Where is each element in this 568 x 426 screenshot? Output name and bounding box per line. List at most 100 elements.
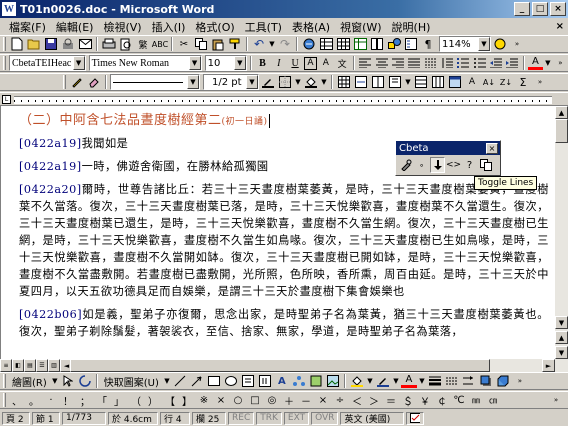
next-page-button[interactable]: ▼ (555, 346, 568, 359)
show-hide-icon[interactable]: ¶ (420, 36, 436, 52)
spelling-status-icon[interactable] (406, 411, 425, 425)
symbol-yen-button[interactable]: ￥ (417, 392, 433, 408)
char-border-icon[interactable]: A (318, 55, 333, 71)
merge-cells-icon[interactable] (353, 74, 369, 90)
autosum-icon[interactable]: Σ (515, 74, 531, 90)
chevron-down-icon[interactable]: ▼ (233, 56, 246, 70)
autoshapes-dropdown-icon[interactable]: ▼ (163, 373, 171, 389)
status-rec[interactable]: REC (228, 411, 255, 425)
vertical-scrollbar[interactable]: ▲ ▼ ▲ ▼ (555, 106, 568, 359)
menu-edit[interactable]: 編輯(E) (51, 19, 99, 35)
symbol-circle-button[interactable]: ○ (230, 392, 246, 408)
symbol-star-button[interactable]: ※ (196, 392, 212, 408)
align-dropdown-icon[interactable]: ▼ (404, 74, 412, 90)
email-icon[interactable] (77, 36, 93, 52)
menu-table[interactable]: 表格(A) (287, 19, 335, 35)
shadow-style-icon[interactable] (478, 373, 494, 389)
help-icon[interactable] (492, 36, 508, 52)
toolbar-grip[interactable] (3, 56, 6, 70)
split-cells-icon[interactable] (370, 74, 386, 90)
research-icon[interactable]: 繁 (135, 36, 151, 52)
text-direction-icon[interactable]: A (464, 74, 480, 90)
save-icon[interactable] (43, 36, 59, 52)
draw-table-pencil-icon[interactable] (69, 74, 85, 90)
scroll-right-button[interactable]: ► (542, 359, 555, 372)
wordart-icon[interactable]: A (274, 373, 290, 389)
chevron-down-icon[interactable]: ▼ (187, 75, 199, 89)
enclosed-char-icon[interactable]: A (303, 56, 318, 70)
line-color-dropdown-icon[interactable]: ▼ (392, 373, 400, 389)
columns-icon[interactable] (369, 36, 385, 52)
paragraph[interactable]: [0422b06]如是義，聖弟子亦復爾，思念出家，是時聖弟子名為葉黃，猶三十三天… (19, 306, 549, 340)
symbol-period-button[interactable]: 。 (26, 392, 42, 408)
shading-color-icon[interactable] (303, 74, 319, 90)
decrease-indent-icon[interactable] (488, 55, 503, 71)
toolbar-options-icon[interactable]: » (509, 36, 525, 52)
align-right-icon[interactable] (390, 55, 405, 71)
reading-view-button[interactable]: ▥ (48, 359, 60, 372)
font-combo[interactable]: Times New Roman ▼ (88, 55, 202, 71)
menu-tools[interactable]: 工具(T) (240, 19, 287, 35)
cut-icon[interactable]: ✂ (176, 36, 192, 52)
line-weight-combo[interactable]: 1/2 pt ▼ (203, 74, 259, 90)
symbol-cent-button[interactable]: ￠ (434, 392, 450, 408)
sort-descending-icon[interactable]: Z↓ (498, 74, 514, 90)
eraser-icon[interactable] (86, 74, 102, 90)
toolbar-grip[interactable] (3, 374, 6, 388)
menu-view[interactable]: 檢視(V) (98, 19, 146, 35)
toggle-lines-icon[interactable] (430, 157, 445, 173)
line-color-icon[interactable] (375, 373, 391, 389)
vertical-scroll-thumb[interactable] (555, 119, 568, 143)
font-color-draw-dropdown-icon[interactable]: ▼ (418, 373, 426, 389)
symbol-book-open-button[interactable]: 【 (162, 392, 178, 408)
style-combo[interactable]: CbetaTEIHeac ▼ (8, 55, 86, 71)
font-size-combo[interactable]: 10 ▼ (204, 55, 247, 71)
shading-dropdown-icon[interactable]: ▼ (320, 74, 328, 90)
cbeta-dot-icon[interactable]: ∘ (414, 157, 429, 173)
paragraph[interactable]: [0422a20]爾時，世尊告諸比丘：若三十三天晝度樹葉萎黃，是時，三十三天晝度… (19, 181, 549, 300)
font-color-icon[interactable]: A (527, 56, 544, 70)
menu-format[interactable]: 格式(O) (190, 19, 239, 35)
symbol-exclaim-button[interactable]: ！ (60, 392, 76, 408)
toolbar-options-icon[interactable]: » (553, 55, 568, 71)
symbol-square-button[interactable]: □ (247, 392, 263, 408)
document-map-icon[interactable] (403, 36, 419, 52)
menu-insert[interactable]: 插入(I) (147, 19, 191, 35)
symbol-less-button[interactable]: ＜ (349, 392, 365, 408)
symbol-multiply-button[interactable]: × (315, 392, 331, 408)
symbol-greater-button[interactable]: ＞ (366, 392, 382, 408)
textbox-tool-icon[interactable] (240, 373, 256, 389)
scroll-down-button[interactable]: ▼ (555, 316, 568, 329)
symbol-cm-button[interactable]: ㎝ (485, 392, 501, 408)
close-icon[interactable]: × (486, 142, 498, 154)
toolbar-grip[interactable] (3, 393, 6, 407)
line-style-icon[interactable] (427, 373, 443, 389)
distribute-columns-icon[interactable] (430, 74, 446, 90)
symbol-quote-open-button[interactable]: 「 (94, 392, 110, 408)
scroll-up-button[interactable]: ▲ (555, 106, 568, 119)
redo-icon[interactable]: ↷ (277, 36, 293, 52)
toolbar-grip[interactable] (3, 37, 6, 51)
chevron-down-icon[interactable]: ▼ (246, 75, 258, 89)
permission-icon[interactable] (60, 36, 76, 52)
chevron-down-icon[interactable]: ▼ (72, 56, 85, 70)
symbol-bracket-close-button[interactable]: ） (145, 392, 161, 408)
close-button[interactable]: × (550, 2, 566, 16)
symbol-dot-button[interactable]: · (43, 392, 59, 408)
drawing-icon[interactable] (386, 36, 402, 52)
italic-button[interactable]: I (271, 55, 286, 71)
insert-table-icon[interactable] (335, 36, 351, 52)
format-painter-icon[interactable] (227, 36, 243, 52)
code-tags-icon[interactable]: <> (446, 157, 461, 173)
line-spacing-icon[interactable] (439, 55, 454, 71)
normal-view-button[interactable]: ≡ (0, 359, 12, 372)
status-ovr[interactable]: OVR (311, 411, 339, 425)
horizontal-scrollbar[interactable]: ≡ ◧ ▤ ☰ ▥ ◄ ► (0, 359, 568, 372)
clipart-icon[interactable] (308, 373, 324, 389)
border-color-icon[interactable] (260, 74, 276, 90)
distribute-rows-icon[interactable] (413, 74, 429, 90)
chevron-down-icon[interactable]: ▼ (478, 37, 490, 51)
help-question-icon[interactable]: ? (462, 157, 477, 173)
chevron-down-icon[interactable]: ▼ (188, 56, 201, 70)
undo-icon[interactable]: ↶ (251, 36, 267, 52)
